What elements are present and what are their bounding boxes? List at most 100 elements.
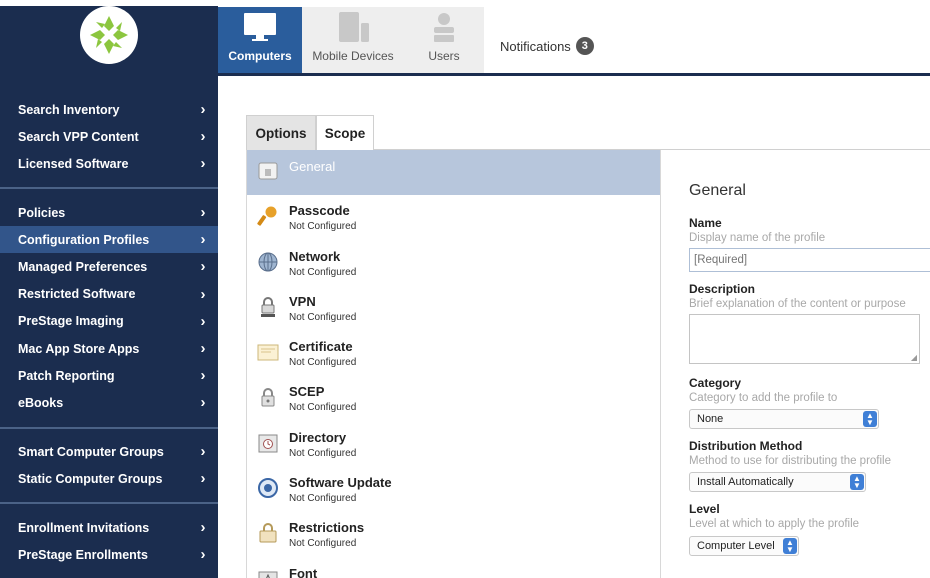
level-hint: Level at which to apply the profile — [689, 518, 860, 530]
sidebar-item-prestage-enrollments[interactable]: PreStage Enrollments › — [0, 541, 218, 568]
category-select[interactable]: None ▲ ▼ — [689, 409, 879, 429]
select-value: Install Automatically — [697, 476, 794, 488]
payload-item-general[interactable]: General — [247, 150, 660, 196]
sidebar-item-label: Mac App Store Apps — [18, 341, 140, 356]
sidebar-item-label: eBooks — [18, 395, 64, 410]
payload-name: SCEP — [289, 384, 325, 400]
payload-item-network[interactable]: Network Not Configured — [247, 241, 660, 286]
payload-name: Passcode — [289, 203, 350, 219]
sidebar-item-static-computer-groups[interactable]: Static Computer Groups › — [0, 465, 218, 492]
payload-item-restrictions[interactable]: Restrictions Not Configured — [247, 512, 660, 557]
payload-name: Restrictions — [289, 520, 365, 536]
sidebar-item-search-inventory[interactable]: Search Inventory › — [0, 96, 218, 123]
notifications-button[interactable]: Notifications 3 — [500, 37, 594, 55]
sidebar-group-enrollment: Enrollment Invitations › PreStage Enroll… — [0, 514, 218, 568]
chevron-right-icon: › — [200, 128, 206, 146]
description-label: Description — [689, 282, 756, 296]
chevron-right-icon: › — [200, 258, 206, 276]
category-label: Category — [689, 376, 742, 390]
sidebar-item-label: Enrollment Invitations — [18, 520, 150, 535]
tab-mobile-devices[interactable]: Mobile Devices — [302, 7, 404, 73]
tab-label: Users — [428, 49, 460, 63]
software-update-icon — [258, 478, 278, 499]
sidebar-item-label: Search VPP Content — [18, 129, 139, 144]
sidebar-item-restricted-software[interactable]: Restricted Software › — [0, 281, 218, 308]
sidebar-item-mac-app-store-apps[interactable]: Mac App Store Apps › — [0, 335, 218, 362]
sidebar-item-ebooks[interactable]: eBooks › — [0, 389, 218, 416]
payload-status: Not Configured — [289, 538, 357, 550]
sidebar-item-label: Licensed Software — [18, 156, 129, 171]
select-value: None — [697, 413, 724, 425]
sidebar-item-enrollment-invitations[interactable]: Enrollment Invitations › — [0, 514, 218, 541]
chevron-right-icon: › — [200, 443, 206, 461]
tab-options[interactable]: Options — [246, 115, 316, 150]
payload-status: Not Configured — [289, 221, 357, 233]
chevron-right-icon: › — [200, 101, 206, 119]
sidebar-item-label: PreStage Enrollments — [18, 547, 148, 562]
payload-status: Not Configured — [289, 311, 357, 323]
chevron-right-icon: › — [200, 519, 206, 537]
chevron-right-icon: › — [200, 546, 206, 564]
network-globe-icon — [258, 252, 278, 272]
sidebar-item-label: Patch Reporting — [18, 368, 115, 383]
sidebar-item-prestage-imaging[interactable]: PreStage Imaging › — [0, 308, 218, 335]
payload-status: Not Configured — [289, 357, 357, 369]
tab-label: Mobile Devices — [312, 49, 394, 63]
notifications-label: Notifications — [500, 38, 571, 54]
sidebar-group-groups: Smart Computer Groups › Static Computer … — [0, 438, 218, 492]
mobile-devices-icon — [339, 12, 369, 42]
content-tabs: Options Scope — [246, 115, 930, 150]
sidebar-item-smart-computer-groups[interactable]: Smart Computer Groups › — [0, 438, 218, 465]
sidebar-item-patch-reporting[interactable]: Patch Reporting › — [0, 362, 218, 389]
sidebar-item-policies[interactable]: Policies › — [0, 199, 218, 226]
sidebar: Search Inventory › Search VPP Content › … — [0, 0, 218, 578]
resize-grip-icon[interactable]: ◢ — [911, 353, 917, 362]
name-label: Name — [689, 216, 722, 230]
description-hint: Brief explanation of the content or purp… — [689, 298, 906, 310]
sidebar-item-managed-preferences[interactable]: Managed Preferences › — [0, 253, 218, 280]
chevron-right-icon: › — [200, 285, 206, 303]
distribution-method-hint: Method to use for distributing the profi… — [689, 455, 892, 467]
tab-computers[interactable]: Computers — [218, 7, 302, 73]
tab-users[interactable]: Users — [404, 7, 484, 73]
payload-name: Network — [289, 248, 341, 264]
name-input[interactable] — [689, 248, 930, 272]
tab-scope[interactable]: Scope — [316, 115, 374, 150]
category-hint: Category to add the profile to — [689, 392, 838, 404]
vpn-lock-icon — [261, 296, 275, 317]
description-textarea[interactable]: ◢ — [689, 314, 920, 364]
chevron-right-icon: › — [200, 204, 206, 222]
sidebar-item-search-vpp-content[interactable]: Search VPP Content › — [0, 123, 218, 150]
general-icon — [258, 162, 278, 180]
name-hint: Display name of the profile — [689, 232, 826, 244]
payload-item-software-update[interactable]: Software Update Not Configured — [247, 467, 660, 512]
payload-item-font[interactable]: Font — [247, 558, 660, 578]
payload-item-certificate[interactable]: Certificate Not Configured — [247, 331, 660, 376]
payload-item-vpn[interactable]: VPN Not Configured — [247, 286, 660, 331]
general-settings-panel: General Name Display name of the profile… — [662, 150, 930, 578]
key-icon — [257, 206, 277, 226]
payload-item-passcode[interactable]: Passcode Not Configured — [247, 195, 660, 240]
section-heading: General — [689, 182, 746, 199]
payload-item-directory[interactable]: Directory Not Configured — [247, 422, 660, 467]
distribution-method-label: Distribution Method — [689, 439, 803, 453]
payload-name: VPN — [289, 293, 316, 309]
level-select[interactable]: Computer Level ▲ ▼ — [689, 536, 799, 556]
sidebar-item-label: Static Computer Groups — [18, 471, 163, 486]
sidebar-divider — [0, 187, 218, 189]
payload-status: Not Configured — [289, 447, 357, 459]
sidebar-item-licensed-software[interactable]: Licensed Software › — [0, 150, 218, 177]
payload-item-scep[interactable]: SCEP Not Configured — [247, 376, 660, 421]
sidebar-item-configuration-profiles[interactable]: Configuration Profiles › — [0, 226, 218, 254]
payload-status: Not Configured — [289, 402, 357, 414]
chevron-right-icon: › — [200, 155, 206, 173]
sidebar-group-management: Policies › Configuration Profiles › Mana… — [0, 199, 218, 417]
payload-name: Directory — [289, 429, 347, 445]
jamf-logo-icon[interactable] — [80, 6, 138, 64]
directory-icon — [258, 434, 278, 453]
payload-status: Not Configured — [289, 493, 357, 505]
certificate-icon — [257, 344, 279, 361]
distribution-method-select[interactable]: Install Automatically ▲ ▼ — [689, 472, 866, 492]
tab-label: Computers — [228, 49, 292, 63]
top-navigation: Computers Mobile Devices Users Notificat… — [218, 0, 930, 76]
